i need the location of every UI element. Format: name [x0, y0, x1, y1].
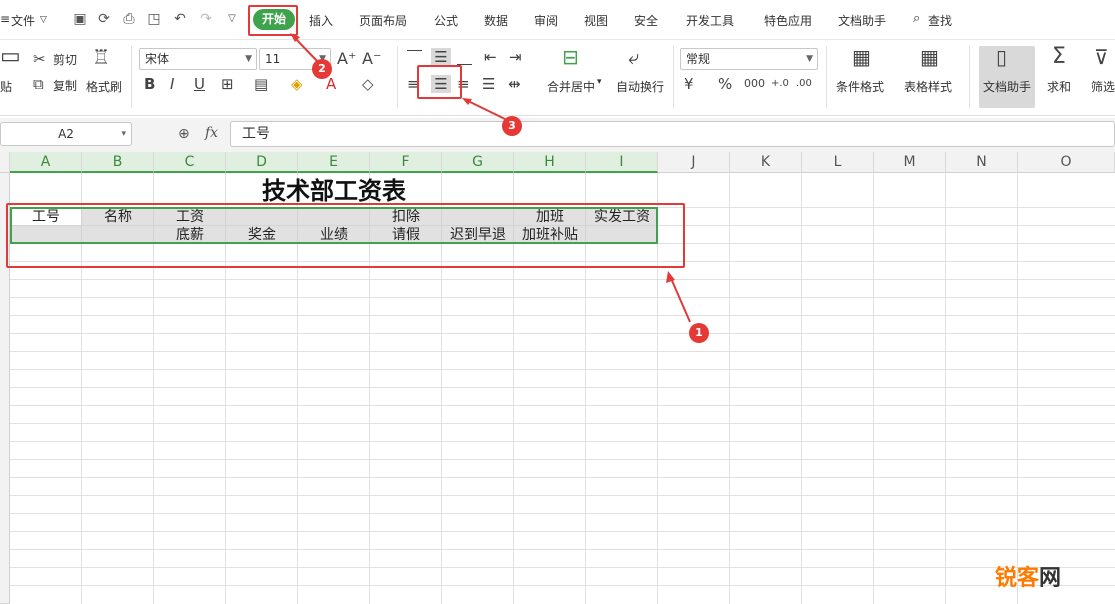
annotation-badge-1: 1	[689, 323, 709, 343]
annotation-arrows	[290, 33, 691, 323]
spreadsheet-app: ≡ 文件 ▽ ▣ ⟳ ⎙ ◳ ↶ ↷ ▽ 开始 插入 页面布局 公式 数据 审阅…	[0, 0, 1115, 604]
annotation-badge-2: 2	[312, 59, 332, 79]
arrow-head	[666, 271, 675, 283]
watermark-text-b: 网	[1039, 566, 1062, 591]
arrow-line	[669, 275, 691, 323]
watermark-text-a: 锐客	[995, 566, 1040, 591]
arrow-line	[465, 99, 506, 120]
annotation-badge-3: 3	[502, 116, 522, 136]
watermark-logo: 锐客网	[995, 560, 1061, 592]
